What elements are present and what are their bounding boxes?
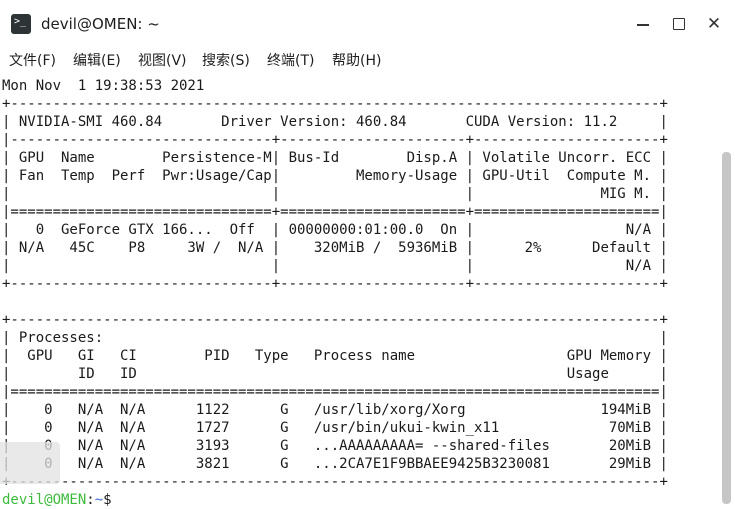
menu-bar: 文件(F) 编辑(E) 视图(V) 搜索(S) 终端(T) 帮助(H) [0, 47, 735, 75]
terminal-line: | 0 N/A N/A 3821 G ...2CA7E1F9BBAEE9425B… [2, 456, 668, 472]
close-button[interactable]: ✕ [699, 10, 729, 38]
terminal-line: | GPU Name Persistence-M| Bus-Id Disp.A … [2, 150, 668, 166]
terminal-line: | | | N/A | [2, 258, 668, 274]
terminal-line: +---------------------------------------… [2, 96, 668, 112]
maximize-icon [673, 18, 685, 30]
terminal-line: Mon Nov 1 19:38:53 2021 [2, 78, 205, 94]
terminal-line: | Fan Temp Perf Pwr:Usage/Cap| Memory-Us… [2, 168, 668, 184]
terminal-icon: >_ [11, 14, 31, 34]
terminal-line: | 0 N/A N/A 1727 G /usr/bin/ukui-kwin_x1… [2, 420, 668, 436]
minimize-icon [637, 24, 649, 26]
terminal-line: +---------------------------------------… [2, 474, 668, 490]
terminal-line: |===============================+=======… [2, 204, 668, 220]
terminal-line: | 0 N/A N/A 3193 G ...AAAAAAAAA= --share… [2, 438, 668, 454]
terminal-line: | ID ID Usage | [2, 366, 668, 382]
terminal-line: +-------------------------------+-------… [2, 276, 668, 292]
terminal-window: >_ devil@OMEN: ~ ✕ 文件(F) 编辑(E) 视图(V) 搜索(… [0, 0, 735, 509]
prompt-path: ~ [94, 492, 104, 508]
terminal-line: | | | MIG M. | [2, 186, 668, 202]
shell-prompt: devil@OMEN:~$ [2, 491, 112, 509]
menu-file[interactable]: 文件(F) [9, 51, 56, 71]
menu-search[interactable]: 搜索(S) [202, 51, 250, 71]
terminal-line: | NVIDIA-SMI 460.84 Driver Version: 460.… [2, 114, 668, 130]
maximize-button[interactable] [664, 10, 694, 38]
menu-terminal[interactable]: 终端(T) [267, 51, 314, 71]
terminal-line: +---------------------------------------… [2, 312, 668, 328]
terminal-output[interactable]: Mon Nov 1 19:38:53 2021 +---------------… [0, 77, 722, 509]
minimize-button[interactable] [628, 10, 658, 38]
menu-edit[interactable]: 编辑(E) [73, 51, 121, 71]
terminal-line: |=======================================… [2, 384, 668, 400]
terminal-line: | Processes: | [2, 330, 668, 346]
window-title: devil@OMEN: ~ [41, 15, 160, 33]
floating-overlay [0, 442, 60, 484]
vertical-scrollbar[interactable] [722, 152, 731, 504]
close-icon: ✕ [706, 13, 722, 34]
menu-help[interactable]: 帮助(H) [332, 51, 381, 71]
prompt-user-host: devil@OMEN [2, 492, 87, 508]
prompt-separator: : [86, 492, 95, 508]
terminal-line: | N/A 45C P8 3W / N/A | 320MiB / 5936MiB… [2, 240, 668, 256]
title-bar[interactable]: >_ devil@OMEN: ~ ✕ [0, 0, 735, 47]
menu-view[interactable]: 视图(V) [138, 51, 187, 71]
terminal-line: |-------------------------------+-------… [2, 132, 668, 148]
prompt-symbol: $ [103, 492, 112, 508]
terminal-line: | 0 N/A N/A 1122 G /usr/lib/xorg/Xorg 19… [2, 402, 668, 418]
terminal-line: | 0 GeForce GTX 166... Off | 00000000:01… [2, 222, 668, 238]
terminal-line: | GPU GI CI PID Type Process name GPU Me… [2, 348, 668, 364]
